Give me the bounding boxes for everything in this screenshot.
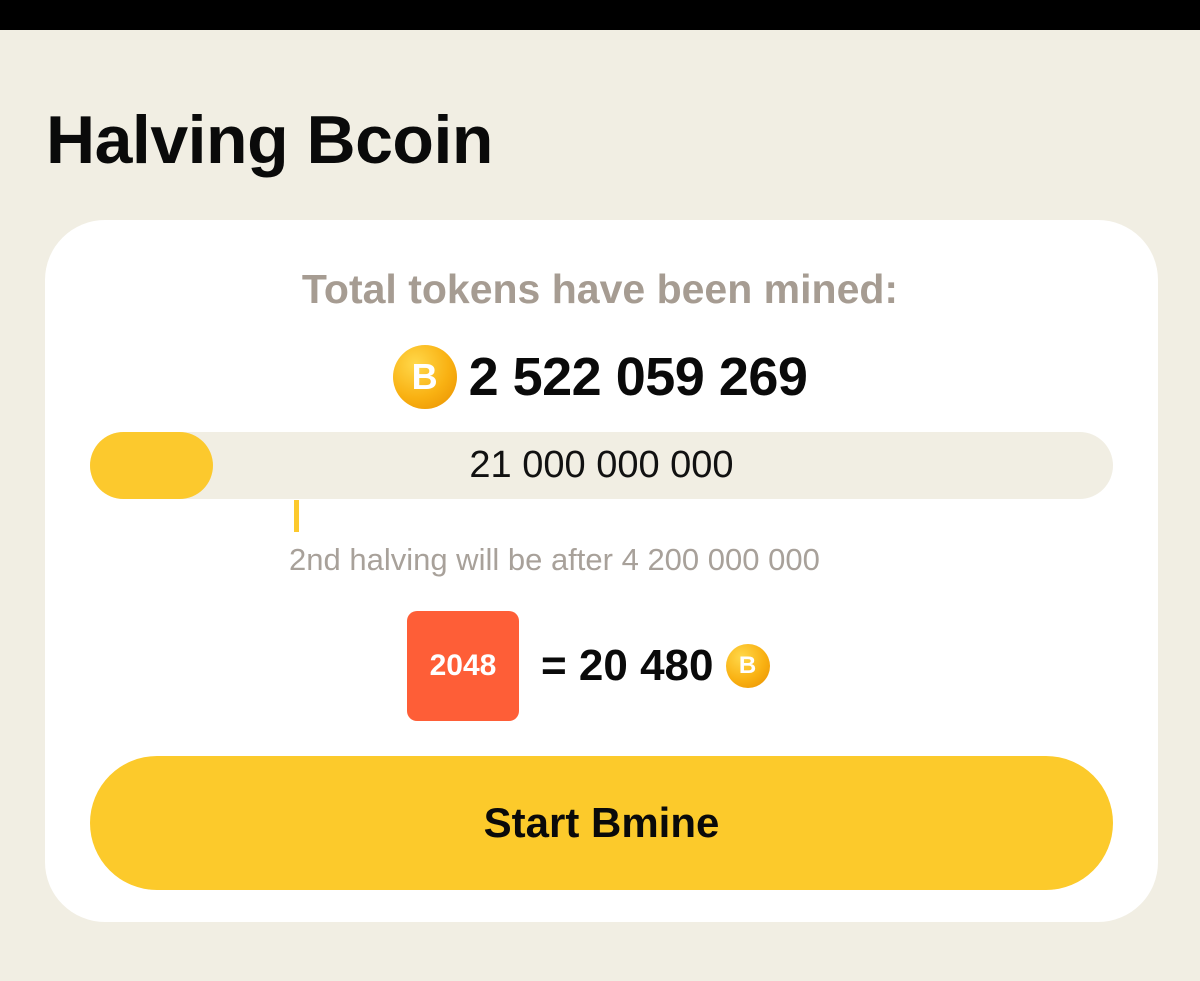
total-mined-row: B 2 522 059 269 <box>0 344 1200 410</box>
status-bar <box>0 0 1200 30</box>
halving-marker <box>294 500 299 532</box>
page-title: Halving Bcoin <box>46 102 493 178</box>
tile-2048: 2048 <box>407 611 519 721</box>
tile-reward-value: = 20 480 <box>541 641 714 690</box>
bcoin-icon: B <box>392 345 457 409</box>
bcoin-icon: B <box>725 644 770 688</box>
mining-progress-bar: 21 000 000 000 <box>90 432 1113 499</box>
mined-label: Total tokens have been mined: <box>301 266 899 312</box>
progress-max-label: 21 000 000 000 <box>469 444 734 486</box>
total-mined-value: 2 522 059 269 <box>468 347 808 407</box>
start-bmine-button[interactable]: Start Bmine <box>90 756 1113 890</box>
halving-note: 2nd halving will be after 4 200 000 000 <box>289 542 820 577</box>
tile-reward-row: 2048 = 20 480 B <box>407 611 770 721</box>
